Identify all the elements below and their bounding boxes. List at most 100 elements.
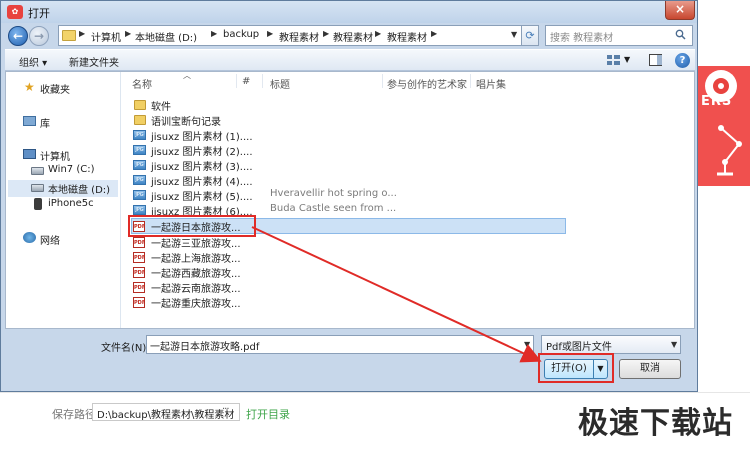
pdf-file-icon: PDF — [133, 282, 145, 293]
browse-button[interactable]: ··· — [222, 404, 229, 415]
promo-banner: ERS — [697, 66, 750, 186]
file-type-select[interactable]: Pdf或图片文件 — [541, 335, 681, 354]
preview-pane-icon[interactable] — [649, 54, 662, 66]
phone-icon — [34, 198, 42, 210]
folder-icon — [134, 100, 146, 110]
chevron-down-icon[interactable]: ▼ — [624, 55, 630, 64]
chevron-right-icon: ▶ — [267, 29, 274, 38]
drive-icon — [31, 167, 44, 175]
folder-icon — [62, 30, 76, 41]
pdf-file-icon: PDF — [133, 297, 145, 308]
back-button[interactable]: ← — [8, 26, 28, 46]
open-directory-link[interactable]: 打开目录 — [246, 406, 290, 422]
file-name: jisuxz 图片素材 (5).... — [151, 192, 253, 203]
save-path-input[interactable]: D:\backup\教程素材\教程素材 — [92, 403, 240, 421]
refresh-button[interactable]: ⟳ — [521, 25, 539, 46]
help-icon[interactable]: ? — [675, 53, 690, 68]
file-name: 语训宝断句记录 — [151, 117, 221, 128]
column-divider[interactable] — [262, 74, 263, 88]
filename-label: 文件名(N): — [101, 343, 150, 354]
annotation-highlight-open-button — [538, 353, 614, 383]
pdf-file-icon: PDF — [133, 237, 145, 248]
breadcrumb-computer[interactable]: 计算机 — [91, 29, 121, 44]
pdf-file-icon: PDF — [133, 252, 145, 263]
column-header-title[interactable]: 标题 — [270, 76, 290, 94]
breadcrumb-drive-d[interactable]: 本地磁盘 (D:) — [135, 29, 197, 44]
chevron-right-icon: ▶ — [375, 29, 382, 38]
nav-item-favorites[interactable]: 收藏夹 — [40, 81, 70, 96]
dialog-title: 打开 — [28, 7, 50, 20]
chevron-right-icon: ▶ — [211, 29, 218, 38]
breadcrumb-folder-1[interactable]: 教程素材 — [279, 29, 319, 44]
star-icon: ★ — [24, 80, 35, 94]
file-title: Buda Castle seen from ... — [270, 203, 397, 214]
sort-ascending-icon: ︿ — [183, 71, 191, 80]
chevron-down-icon[interactable]: ▼ — [511, 30, 517, 39]
nav-item-libraries[interactable]: 库 — [40, 115, 50, 130]
chevron-right-icon: ▶ — [79, 29, 86, 38]
file-name: 一起游云南旅游攻... — [151, 284, 241, 295]
file-browser: ★ 收藏夹 库 计算机 Win7 (C:) 本地磁盘 (D:) iPhone5c… — [5, 71, 695, 329]
file-title: Hveravellir hot spring o... — [270, 188, 397, 199]
file-name: jisuxz 图片素材 (4).... — [151, 177, 253, 188]
file-name: 一起游重庆旅游攻... — [151, 299, 241, 310]
image-file-icon: JPG — [133, 205, 146, 215]
drive-icon — [31, 184, 44, 192]
column-header-number[interactable]: # — [242, 76, 250, 94]
new-folder-button[interactable]: 新建文件夹 — [69, 54, 119, 69]
folder-icon — [134, 115, 146, 125]
file-name: 一起游西藏旅游攻... — [151, 269, 241, 280]
column-divider[interactable] — [236, 74, 237, 88]
file-name: 软件 — [151, 102, 171, 113]
chevron-down-icon[interactable]: ▼ — [524, 340, 530, 349]
filename-input[interactable]: 一起游日本旅游攻略.pdf — [146, 335, 534, 354]
promo-text: ERS — [701, 94, 733, 109]
pdf-file-icon: PDF — [133, 267, 145, 278]
column-header-artist[interactable]: 参与创作的艺术家 — [387, 76, 467, 94]
nav-item-drive-c[interactable]: Win7 (C:) — [48, 164, 94, 175]
column-header-album[interactable]: 唱片集 — [476, 76, 506, 94]
breadcrumb-folder-2[interactable]: 教程素材 — [333, 29, 373, 44]
nav-item-network[interactable]: 网络 — [40, 232, 60, 247]
navigation-pane: ★ 收藏夹 库 计算机 Win7 (C:) 本地磁盘 (D:) iPhone5c… — [6, 72, 121, 328]
image-file-icon: JPG — [133, 160, 146, 170]
annotation-highlight-selected-file — [128, 215, 256, 237]
chevron-down-icon[interactable]: ▼ — [671, 340, 677, 349]
breadcrumb-backup[interactable]: backup — [223, 29, 259, 40]
nav-item-drive-d[interactable]: 本地磁盘 (D:) — [48, 181, 110, 196]
address-bar[interactable]: ▶ 计算机 ▶ 本地磁盘 (D:) ▶ backup ▶ 教程素材 ▶ 教程素材… — [58, 25, 534, 46]
column-divider[interactable] — [470, 74, 471, 88]
image-file-icon: JPG — [133, 145, 146, 155]
file-name: jisuxz 图片素材 (2).... — [151, 147, 253, 158]
nav-item-iphone[interactable]: iPhone5c — [48, 198, 94, 209]
library-icon — [23, 116, 36, 126]
search-icon — [675, 29, 686, 40]
view-options-icon[interactable] — [607, 55, 620, 66]
chevron-right-icon: ▶ — [431, 29, 438, 38]
image-file-icon: JPG — [133, 175, 146, 185]
close-button[interactable]: × — [665, 1, 695, 20]
file-name: jisuxz 图片素材 (1).... — [151, 132, 253, 143]
image-file-icon: JPG — [133, 190, 146, 200]
open-file-dialog: ✿ 打开 × ← → ▶ 计算机 ▶ 本地磁盘 (D:) ▶ backup ▶ … — [0, 0, 698, 392]
eye-icon — [713, 78, 729, 94]
chevron-right-icon: ▶ — [323, 29, 330, 38]
nav-item-computer[interactable]: 计算机 — [40, 148, 70, 163]
dialog-titlebar: ✿ 打开 × — [1, 1, 697, 23]
search-input[interactable]: 搜索 教程素材 — [545, 25, 693, 46]
file-name: 一起游三亚旅游攻... — [151, 239, 241, 250]
cancel-button[interactable]: 取消 — [619, 359, 681, 379]
column-divider[interactable] — [382, 74, 383, 88]
file-name: jisuxz 图片素材 (3).... — [151, 162, 253, 173]
breadcrumb-folder-3[interactable]: 教程素材 — [387, 29, 427, 44]
file-name: 一起游上海旅游攻... — [151, 254, 241, 265]
chevron-right-icon: ▶ — [125, 29, 132, 38]
lamp-icon — [717, 125, 742, 176]
network-icon — [23, 232, 36, 243]
watermark-logo: 极速下载站 — [578, 406, 733, 441]
computer-icon — [23, 149, 36, 159]
column-header-name[interactable]: 名称 — [132, 76, 152, 94]
organize-button[interactable]: 组织 ▾ — [19, 54, 47, 69]
image-file-icon: JPG — [133, 130, 146, 140]
forward-button[interactable]: → — [29, 26, 49, 46]
